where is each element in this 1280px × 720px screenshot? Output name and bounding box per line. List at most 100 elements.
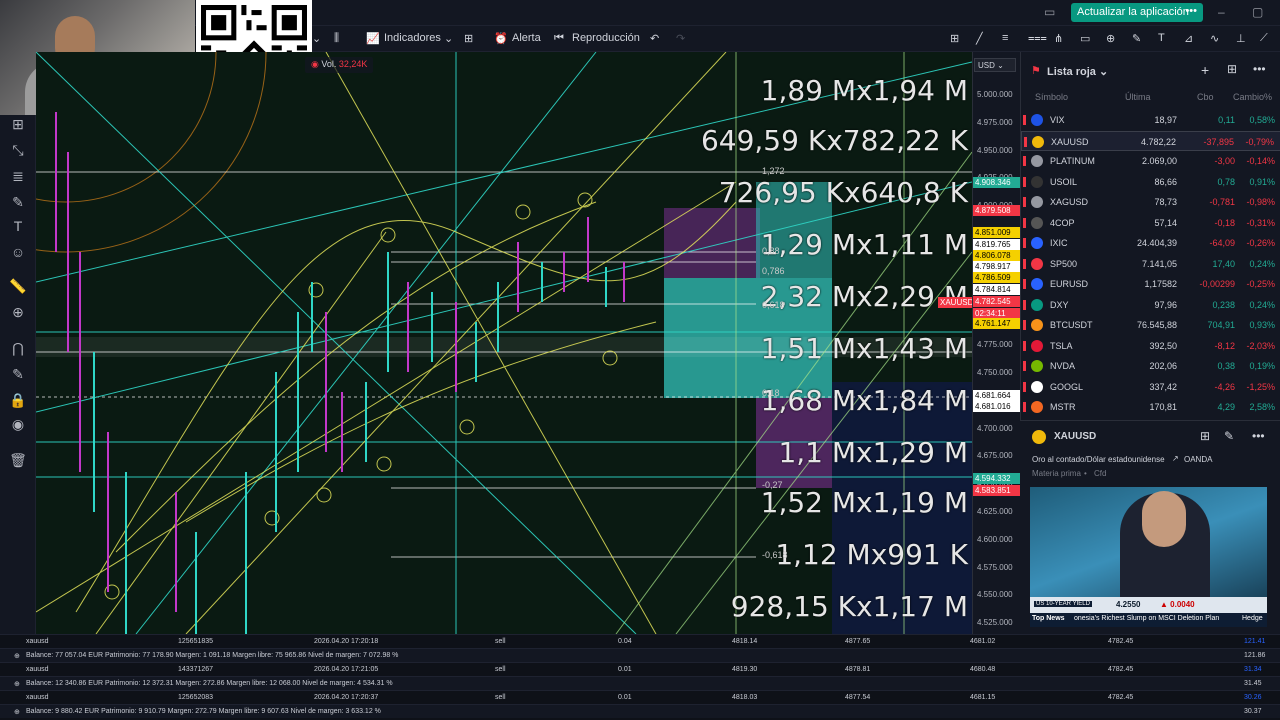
maximize-icon[interactable]: ▢	[1252, 5, 1263, 19]
edit-icon[interactable]: ✎	[1224, 429, 1234, 443]
settings-icon[interactable]: ⊕	[14, 708, 20, 716]
red-flag-icon[interactable]	[1023, 176, 1026, 187]
lock-drawings-icon[interactable]: ✎	[9, 365, 27, 383]
brush-tools-icon[interactable]: ✎	[9, 193, 27, 211]
rectangle-icon[interactable]: ▭	[1080, 32, 1090, 45]
trade-row[interactable]: xauusd 125652083 2026.04.20 17:20:37 sell 0.…	[0, 690, 1280, 704]
red-flag-icon[interactable]	[1023, 402, 1026, 412]
red-flag-icon[interactable]	[1023, 381, 1026, 392]
trade-row[interactable]: xauusd 143371267 2026.04.20 17:21:05 sell 0.…	[0, 662, 1280, 676]
news-tag: Top News	[1032, 615, 1065, 622]
watchlist-row[interactable]: MSTR 170,81 4,29 2,58%	[1021, 397, 1280, 417]
layout-grid-icon[interactable]: ⊞	[464, 32, 473, 45]
replay-icon[interactable]: ⏮	[554, 32, 564, 45]
price-chart[interactable]: ◉ Vol. 32,24K 1,89 Mx1,94 M 649,59 Kx782…	[36, 52, 972, 634]
column-symbol[interactable]: Símbolo	[1035, 92, 1068, 102]
pattern-icon[interactable]: ∿	[1210, 32, 1219, 45]
crosshair-icon[interactable]: ⊞	[9, 115, 27, 133]
measure-icon[interactable]: 📏	[9, 277, 27, 295]
news-video[interactable]: US 10-YEAR YIELD 4.2550 ▲ 0.0040 Top New…	[1030, 487, 1267, 627]
pitchfork-icon[interactable]: ⋔	[1054, 32, 1063, 45]
more-options-icon[interactable]: •••	[1253, 62, 1266, 76]
column-last[interactable]: Última	[1125, 92, 1151, 102]
watchlist-row[interactable]: DXY 97,96 0,238 0,24%	[1021, 295, 1280, 315]
trend-line-icon[interactable]: ╱	[976, 32, 983, 45]
emoji-icon[interactable]: ☺	[9, 243, 27, 261]
indicators-button[interactable]: Indicadores	[384, 32, 441, 44]
add-symbol-icon[interactable]: +	[1201, 62, 1209, 78]
trend-tools-icon[interactable]: ⤡	[9, 141, 27, 159]
gann-icon[interactable]: ⊕	[1106, 32, 1115, 45]
watchlist-row[interactable]: 4COP 57,14 -0,18 -0,31%	[1021, 213, 1280, 233]
watchlist-row[interactable]: PLATINUM 2.069,00 -3,00 -0,14%	[1021, 151, 1280, 171]
redo-icon[interactable]: ↷	[676, 32, 685, 45]
long-position-icon[interactable]: ⊿	[1184, 32, 1193, 45]
lock-icon[interactable]: 🔒	[9, 391, 27, 409]
detail-symbol[interactable]: XAUUSD	[1054, 431, 1096, 442]
watchlist-row[interactable]: SP500 7.141,05 17,40 0,24%	[1021, 254, 1280, 274]
fib-retracement-icon[interactable]: ⩶	[1028, 32, 1047, 45]
watchlist-title[interactable]: Lista roja ⌄	[1047, 65, 1108, 78]
undo-icon[interactable]: ↶	[650, 32, 659, 45]
watchlist-row[interactable]: XAGUSD 78,73 -0,781 -0,98%	[1021, 192, 1280, 212]
watchlist-row[interactable]: USOIL 86,66 0,78 0,91%	[1021, 172, 1280, 192]
advanced-view-icon[interactable]: ⊞	[1227, 62, 1237, 76]
object-tree-icon[interactable]: ⊞	[950, 32, 959, 45]
watchlist-row[interactable]: EURUSD 1,17582 -0,00299 -0,25%	[1021, 274, 1280, 294]
text-tools-icon[interactable]: T	[9, 217, 27, 235]
watchlist-row[interactable]: VIX 18,97 0,11 0,58%	[1021, 110, 1280, 130]
ruler-icon[interactable]: ⟋	[1260, 32, 1268, 45]
trade-row[interactable]: xauusd 125651835 2026.04.20 17:20:18 sell 0.…	[0, 634, 1280, 648]
horizontal-lines-icon[interactable]: ≡	[1002, 32, 1008, 44]
update-app-button[interactable]: Actualizar la aplicación •••	[1071, 3, 1203, 22]
red-flag-icon[interactable]	[1023, 299, 1026, 310]
red-flag-icon[interactable]	[1023, 156, 1026, 166]
eye-toggle-icon[interactable]: ◉	[311, 59, 319, 69]
replay-button[interactable]: Reproducción	[572, 32, 640, 44]
watchlist-row[interactable]: BTCUSDT 76.545,88 704,91 0,93%	[1021, 315, 1280, 335]
external-link-icon[interactable]: ↗	[1172, 454, 1179, 463]
indicators-chevron-icon[interactable]: ⌄	[444, 32, 453, 45]
fib-tools-icon[interactable]: ≣	[9, 167, 27, 185]
candles-icon[interactable]: ⫼	[334, 32, 339, 45]
watchlist-row[interactable]: NVDA 202,06 0,38 0,19%	[1021, 356, 1280, 376]
currency-selector[interactable]: USD ⌄	[974, 58, 1016, 72]
red-flag-icon[interactable]	[1023, 320, 1026, 330]
settings-icon[interactable]: ⊕	[14, 680, 20, 688]
minimize-icon[interactable]: –	[1218, 5, 1225, 19]
red-flag-icon[interactable]	[1023, 258, 1026, 269]
column-change-pct[interactable]: Cambio%	[1233, 92, 1272, 102]
screen-icon[interactable]: ▭	[1044, 5, 1055, 19]
red-flag-icon[interactable]	[1023, 238, 1026, 248]
brush-icon[interactable]: ✎	[1132, 32, 1141, 45]
eye-icon[interactable]: ◉	[9, 415, 27, 433]
watchlist-row[interactable]: GOOGL 337,42 -4,26 -1,25%	[1021, 377, 1280, 397]
red-flag-icon[interactable]	[1023, 197, 1026, 207]
red-flag-icon[interactable]	[1023, 115, 1026, 125]
watchlist-row[interactable]: IXIC 24.404,39 -64,09 -0,26%	[1021, 233, 1280, 253]
red-flag-icon[interactable]	[1023, 217, 1026, 228]
alert-button[interactable]: Alerta	[512, 32, 541, 44]
row-symbol: VIX	[1050, 115, 1065, 125]
zoom-icon[interactable]: ⊕	[9, 303, 27, 321]
red-flag-icon[interactable]	[1023, 279, 1026, 289]
red-flag-icon[interactable]	[1024, 136, 1027, 147]
more-options-icon[interactable]: •••	[1252, 429, 1265, 443]
dropdown-chevron-icon[interactable]: ⌄	[312, 32, 321, 45]
price-axis[interactable]: 5.000.0004.975.0004.950.0004.925.0004.90…	[972, 52, 1021, 711]
red-flag-icon[interactable]	[1023, 361, 1026, 371]
trash-icon[interactable]: 🗑	[9, 451, 27, 469]
red-flag-icon[interactable]	[1023, 340, 1026, 351]
watchlist-row[interactable]: XAUUSD 4.782,22 -37,895 -0,79%	[1021, 130, 1280, 151]
date-range-icon[interactable]: ⊥	[1236, 32, 1246, 45]
text-icon[interactable]: T	[1158, 32, 1165, 44]
alert-clock-icon[interactable]: ⏰	[494, 32, 508, 45]
layout-icon[interactable]: ⊞	[1200, 429, 1210, 443]
magnet-icon[interactable]: ⋂	[9, 339, 27, 357]
news-ticker-change: ▲ 0.0040	[1160, 600, 1195, 609]
watchlist-row[interactable]: TSLA 392,50 -8,12 -2,03%	[1021, 336, 1280, 356]
indicators-icon[interactable]: 📈	[366, 32, 380, 45]
settings-icon[interactable]: ⊕	[14, 652, 20, 660]
detail-broker[interactable]: OANDA	[1184, 455, 1212, 464]
column-change[interactable]: Cbo	[1197, 92, 1214, 102]
